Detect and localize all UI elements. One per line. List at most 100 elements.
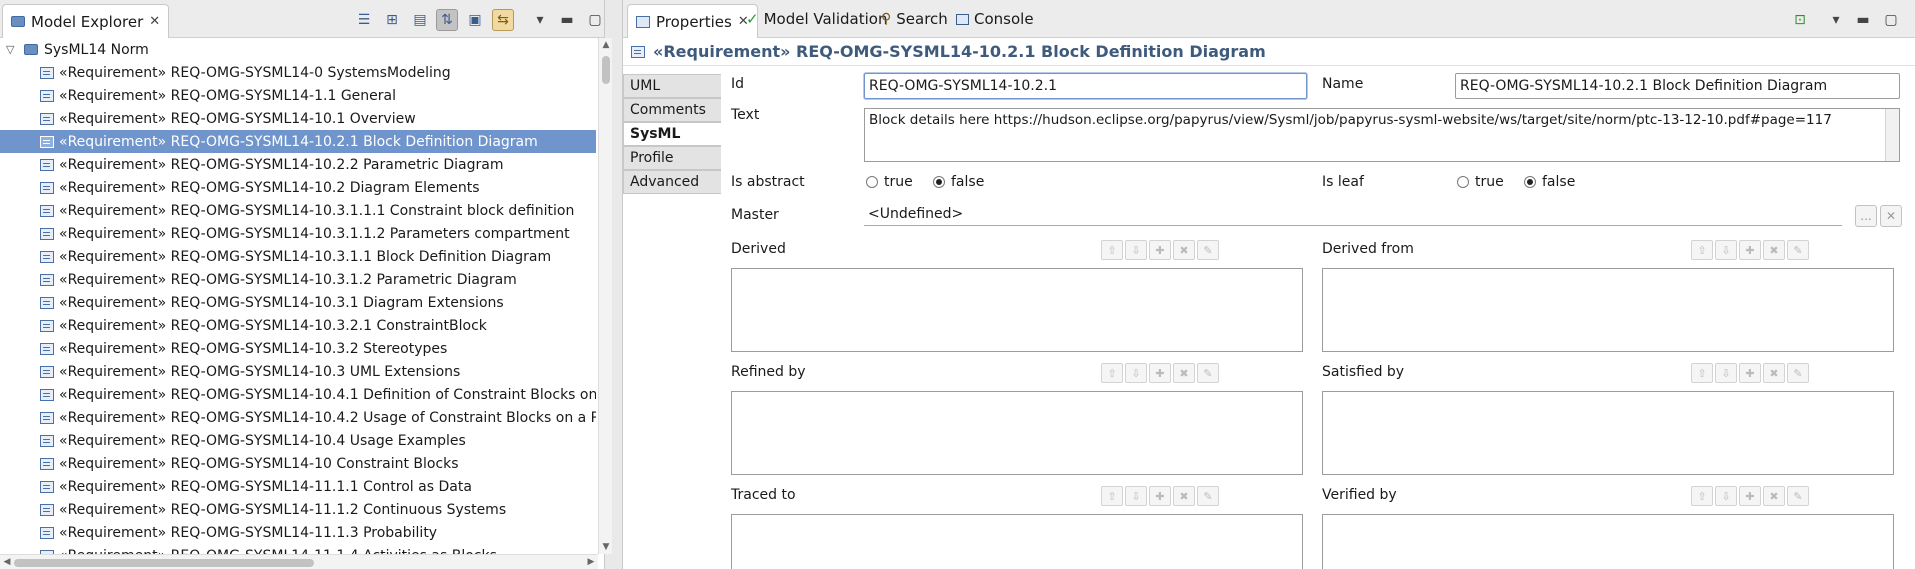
tab-properties[interactable]: Properties ✕ [627, 4, 758, 38]
minimize-icon[interactable]: ▬ [556, 9, 578, 31]
text-area[interactable]: Block details here https://hudson.eclips… [864, 108, 1900, 162]
tab-search[interactable]: ⚲ Search [881, 6, 948, 32]
traced-to-list[interactable] [731, 514, 1303, 569]
scroll-down-icon[interactable]: ▼ [599, 540, 613, 554]
edit-icon[interactable]: ✎ [1787, 240, 1809, 260]
radio-button[interactable] [1524, 176, 1536, 188]
filter-icon[interactable]: ▤ [409, 9, 431, 31]
side-tab-uml[interactable]: UML [623, 74, 721, 98]
add-icon[interactable]: ✚ [1149, 240, 1171, 260]
link-with-editor-icon[interactable]: ⇆ [492, 9, 514, 31]
tree-item[interactable]: «Requirement» REQ-OMG-SYSML14-10.3.1.1 B… [0, 245, 596, 268]
move-down-icon[interactable]: ⇩ [1125, 240, 1147, 260]
tree-item[interactable]: «Requirement» REQ-OMG-SYSML14-11.1.3 Pro… [0, 521, 596, 544]
tree-item[interactable]: «Requirement» REQ-OMG-SYSML14-10.3.1.2 P… [0, 268, 596, 291]
tree-item[interactable]: «Requirement» REQ-OMG-SYSML14-10.4.2 Usa… [0, 406, 596, 429]
minimize-icon[interactable]: ▬ [1852, 9, 1874, 31]
tab-console[interactable]: Console [956, 6, 1034, 32]
tree-item[interactable]: «Requirement» REQ-OMG-SYSML14-0 SystemsM… [0, 61, 596, 84]
maximize-icon[interactable]: ▢ [584, 9, 606, 31]
tree-item[interactable]: «Requirement» REQ-OMG-SYSML14-10.3.1.1.1… [0, 199, 596, 222]
move-up-icon[interactable]: ⇧ [1101, 240, 1123, 260]
edit-icon[interactable]: ✎ [1787, 486, 1809, 506]
move-down-icon[interactable]: ⇩ [1125, 363, 1147, 383]
edit-icon[interactable]: ✎ [1197, 240, 1219, 260]
verified-by-list[interactable] [1322, 514, 1894, 569]
remove-icon[interactable]: ✖ [1173, 363, 1195, 383]
radio-button[interactable] [866, 176, 878, 188]
move-up-icon[interactable]: ⇧ [1101, 363, 1123, 383]
id-field[interactable]: REQ-OMG-SYSML14-10.2.1 [864, 73, 1307, 99]
tree-vertical-scrollbar[interactable]: ▲ ▼ [598, 38, 612, 554]
tree-item[interactable]: «Requirement» REQ-OMG-SYSML14-10.2.2 Par… [0, 153, 596, 176]
scroll-left-icon[interactable]: ◀ [0, 555, 14, 569]
remove-icon[interactable]: ✖ [1763, 486, 1785, 506]
move-up-icon[interactable]: ⇧ [1691, 240, 1713, 260]
view-menu-icon[interactable]: ▣ [464, 9, 486, 31]
is-abstract-false-radio[interactable]: false [933, 174, 984, 190]
tree-item[interactable]: «Requirement» REQ-OMG-SYSML14-10.3.1.1.2… [0, 222, 596, 245]
tab-model-validation[interactable]: ✓ Model Validation [746, 6, 887, 32]
master-field[interactable]: <Undefined> [864, 204, 1842, 226]
add-icon[interactable]: ✚ [1149, 486, 1171, 506]
move-up-icon[interactable]: ⇧ [1691, 486, 1713, 506]
tree-horizontal-scrollbar[interactable]: ◀ ▶ [0, 554, 598, 569]
tree-item[interactable]: «Requirement» REQ-OMG-SYSML14-11.1.1 Con… [0, 475, 596, 498]
is-leaf-false-radio[interactable]: false [1524, 174, 1575, 190]
hierarchy-icon[interactable]: ⊞ [381, 9, 403, 31]
move-up-icon[interactable]: ⇧ [1691, 363, 1713, 383]
sort-icon[interactable]: ⇅ [436, 9, 458, 31]
derived-from-list[interactable] [1322, 268, 1894, 352]
side-tab-comments[interactable]: Comments [623, 98, 721, 122]
edit-icon[interactable]: ✎ [1197, 363, 1219, 383]
tree-item[interactable]: «Requirement» REQ-OMG-SYSML14-10.4.1 Def… [0, 383, 596, 406]
tree-item[interactable]: «Requirement» REQ-OMG-SYSML14-10.1 Overv… [0, 107, 596, 130]
remove-icon[interactable]: ✖ [1763, 363, 1785, 383]
pin-icon[interactable]: ⊡ [1789, 9, 1811, 31]
side-tab-advanced[interactable]: Advanced [623, 170, 721, 194]
tree-item[interactable]: «Requirement» REQ-OMG-SYSML14-1.1 Genera… [0, 84, 596, 107]
tree-item[interactable]: «Requirement» REQ-OMG-SYSML14-10.2.1 Blo… [0, 130, 596, 153]
chevron-down-icon[interactable]: ▾ [529, 9, 551, 31]
tree-item[interactable]: «Requirement» REQ-OMG-SYSML14-10.4 Usage… [0, 429, 596, 452]
is-leaf-true-radio[interactable]: true [1457, 174, 1504, 190]
remove-icon[interactable]: ✖ [1763, 240, 1785, 260]
move-down-icon[interactable]: ⇩ [1125, 486, 1147, 506]
is-abstract-true-radio[interactable]: true [866, 174, 913, 190]
tree-item[interactable]: «Requirement» REQ-OMG-SYSML14-11.1.4 Act… [0, 544, 596, 554]
move-down-icon[interactable]: ⇩ [1715, 363, 1737, 383]
name-field[interactable]: REQ-OMG-SYSML14-10.2.1 Block Definition … [1455, 73, 1900, 99]
remove-icon[interactable]: ✖ [1173, 486, 1195, 506]
collapse-all-icon[interactable]: ☰ [353, 9, 375, 31]
tab-model-explorer[interactable]: Model Explorer ✕ [2, 4, 170, 38]
chevron-down-icon[interactable]: ▾ [1825, 9, 1847, 31]
scroll-right-icon[interactable]: ▶ [584, 555, 598, 569]
tree-root[interactable]: ▽ SysML14 Norm [0, 38, 596, 61]
tree-item[interactable]: «Requirement» REQ-OMG-SYSML14-10.3.2 Ste… [0, 337, 596, 360]
tree-item[interactable]: «Requirement» REQ-OMG-SYSML14-11.1.2 Con… [0, 498, 596, 521]
edit-icon[interactable]: ✎ [1787, 363, 1809, 383]
add-icon[interactable]: ✚ [1739, 363, 1761, 383]
remove-icon[interactable]: ✖ [1173, 240, 1195, 260]
scroll-up-icon[interactable]: ▲ [599, 38, 613, 52]
tree-item[interactable]: «Requirement» REQ-OMG-SYSML14-10.3.1 Dia… [0, 291, 596, 314]
radio-button[interactable] [1457, 176, 1469, 188]
side-tab-profile[interactable]: Profile [623, 146, 721, 170]
side-tab-sysml[interactable]: SysML [623, 122, 721, 146]
tree-item[interactable]: «Requirement» REQ-OMG-SYSML14-10.2 Diagr… [0, 176, 596, 199]
browse-button[interactable]: ... [1855, 205, 1877, 227]
radio-button[interactable] [933, 176, 945, 188]
refined-by-list[interactable] [731, 391, 1303, 475]
derived-list[interactable] [731, 268, 1303, 352]
move-down-icon[interactable]: ⇩ [1715, 240, 1737, 260]
add-icon[interactable]: ✚ [1149, 363, 1171, 383]
scroll-thumb[interactable] [602, 56, 610, 84]
expand-arrow-icon[interactable]: ▽ [6, 43, 20, 56]
tree-item[interactable]: «Requirement» REQ-OMG-SYSML14-10.3.2.1 C… [0, 314, 596, 337]
move-up-icon[interactable]: ⇧ [1101, 486, 1123, 506]
maximize-icon[interactable]: ▢ [1880, 9, 1902, 31]
tree-item[interactable]: «Requirement» REQ-OMG-SYSML14-10.3 UML E… [0, 360, 596, 383]
tree-item[interactable]: «Requirement» REQ-OMG-SYSML14-10 Constra… [0, 452, 596, 475]
unset-icon[interactable]: ✕ [1880, 205, 1902, 227]
add-icon[interactable]: ✚ [1739, 240, 1761, 260]
